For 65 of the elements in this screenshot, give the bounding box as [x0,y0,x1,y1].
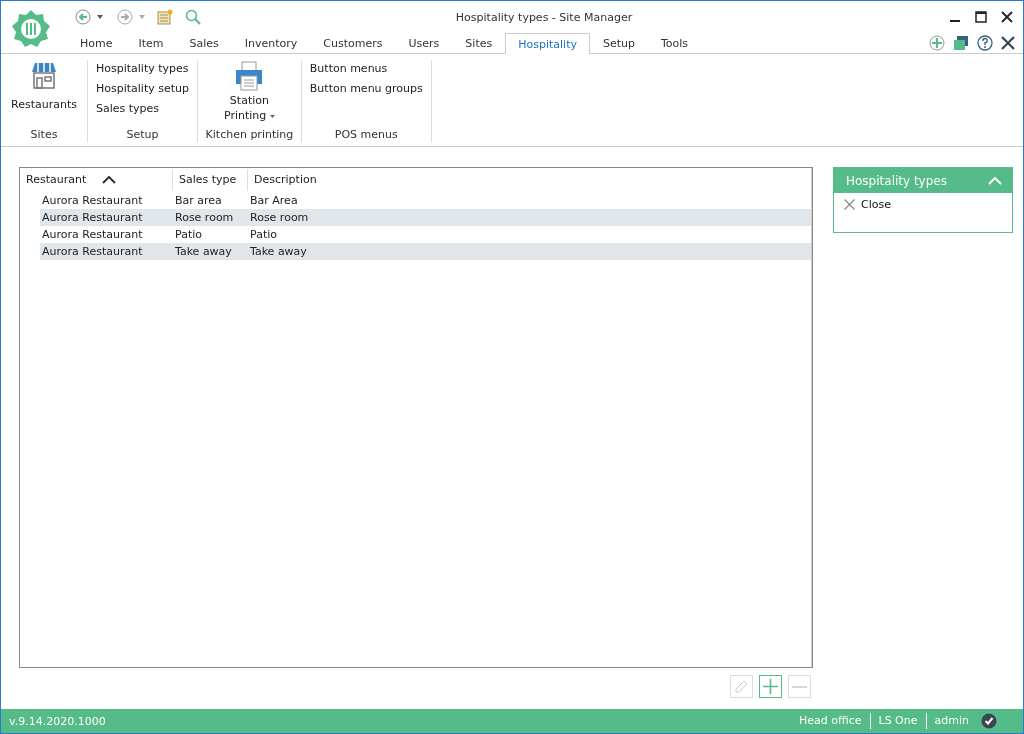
status-item: admin [925,713,977,729]
ribbon-tab[interactable]: Hospitality [505,33,590,54]
table-cell: Patio [175,228,202,241]
ribbon-tab[interactable]: Home [67,33,126,53]
notepad-icon[interactable] [157,9,173,25]
ribbon-link[interactable]: Button menu groups [309,82,423,95]
ribbon-tab[interactable]: Sales [176,33,232,53]
plus-icon [762,678,779,695]
ribbon-tab[interactable]: Customers [310,33,396,53]
back-icon[interactable] [75,9,91,25]
forward-icon[interactable] [117,9,133,25]
panel-action[interactable]: Close [834,193,901,216]
table-cell: Aurora Restaurant [42,211,143,224]
group-label: Setup [126,128,159,141]
column-header[interactable]: Restaurant [20,169,173,191]
close-icon[interactable] [1001,11,1013,23]
ribbon-tab[interactable]: Item [125,33,177,53]
table-cell: Aurora Restaurant [42,228,143,241]
table-cell: Rose room [175,211,234,224]
ribbon-link[interactable]: Hospitality setup [95,82,189,95]
add-circle-icon[interactable] [929,35,945,51]
group-label: POS menus [334,128,398,141]
ribbon-tab[interactable]: Setup [589,33,648,53]
panel-title: Hospitality types [846,173,947,188]
caret-icon [269,114,275,118]
minus-icon [791,685,808,688]
collapse-icon[interactable] [988,176,1002,185]
ribbon-link[interactable]: Button menus [309,62,423,75]
caret-icon[interactable] [97,15,103,19]
table-cell: Take away [250,245,307,258]
table-cell: Bar Area [250,194,298,207]
help-icon[interactable] [977,35,993,51]
ribbon-link[interactable]: Hospitality types [95,62,189,75]
table-cell: Bar area [175,194,222,207]
column-header[interactable]: Sales type [173,169,248,191]
status-item: Head office [798,713,863,729]
ribbon-tab[interactable]: Tools [648,33,702,53]
sort-ascending-icon [102,176,116,184]
group-label: Kitchen printing [205,128,294,141]
group-label: Sites [30,128,58,141]
add-button[interactable] [759,675,782,698]
status-item: LS One [869,713,926,729]
gear-logo-icon [11,9,51,49]
ribbon-tab[interactable]: Sites [452,33,506,53]
close-icon [844,199,855,210]
table-cell: Patio [250,228,277,241]
ribbon-link[interactable]: Sales types [95,102,189,115]
check-circle-icon [981,713,997,729]
ribbon-button[interactable]: Station Printing [206,60,293,128]
table-cell: Rose room [250,211,309,224]
table-cell: Aurora Restaurant [42,194,143,207]
search-icon[interactable] [185,9,201,25]
ribbon-tab[interactable]: Inventory [231,33,311,53]
ribbon-button[interactable]: Restaurants [9,60,79,128]
printer-icon [234,60,265,92]
close-icon[interactable] [1001,36,1015,50]
maximize-icon[interactable] [975,11,987,23]
version-label: v.9.14.2020.1000 [9,714,106,728]
window-title: Hospitality types - Site Manager [455,10,633,24]
windows-icon[interactable] [953,35,969,51]
pencil-icon [733,678,750,695]
column-header[interactable]: Description [248,169,812,191]
table-cell: Take away [175,245,232,258]
table-cell: Aurora Restaurant [42,245,143,258]
ribbon-tab[interactable]: Users [395,33,453,53]
